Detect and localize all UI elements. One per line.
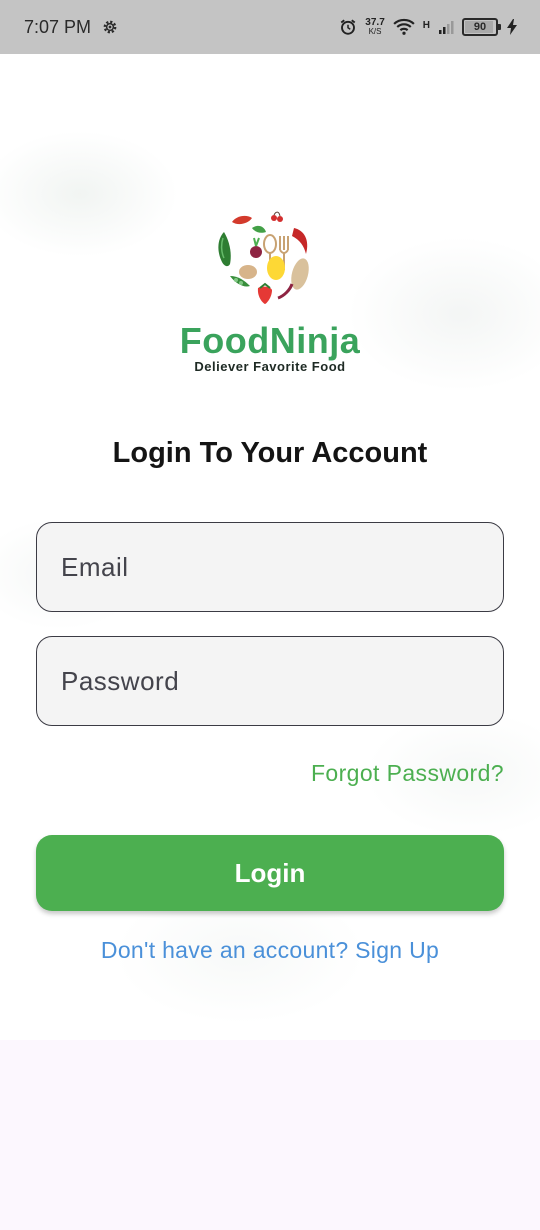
password-input[interactable] [37,637,503,725]
signup-link[interactable]: Don't have an account? Sign Up [0,937,540,964]
network-type: H [422,20,430,31]
wifi-icon [393,18,415,35]
status-time: 7:07 PM [24,16,92,37]
signal-icon [439,21,454,34]
password-field[interactable] [36,636,504,726]
brand-name: FoodNinja [179,320,361,361]
email-field[interactable] [36,522,504,612]
login-screen: FoodNinja Deliever Favorite Food Login T… [0,54,540,1040]
food-logo-icon [218,211,309,304]
brand-tagline: Deliever Favorite Food [194,359,346,374]
email-input[interactable] [37,523,503,611]
battery-level: 90 [473,21,487,33]
status-bar: 7:07 PM 37.7 K/S H 90 [0,0,540,54]
page-title: Login To Your Account [112,437,428,469]
network-speed: 37.7 K/S [365,17,385,37]
battery-icon: 90 [462,18,501,36]
status-icons: 37.7 K/S H 90 [339,18,518,36]
charging-icon [507,19,517,35]
gear-icon [103,20,117,34]
network-speed-unit: K/S [368,27,382,36]
forgot-password-link[interactable]: Forgot Password? [311,760,504,787]
alarm-icon [340,19,356,35]
network-speed-value: 37.7 [365,17,385,28]
login-button[interactable]: Login [36,835,504,911]
